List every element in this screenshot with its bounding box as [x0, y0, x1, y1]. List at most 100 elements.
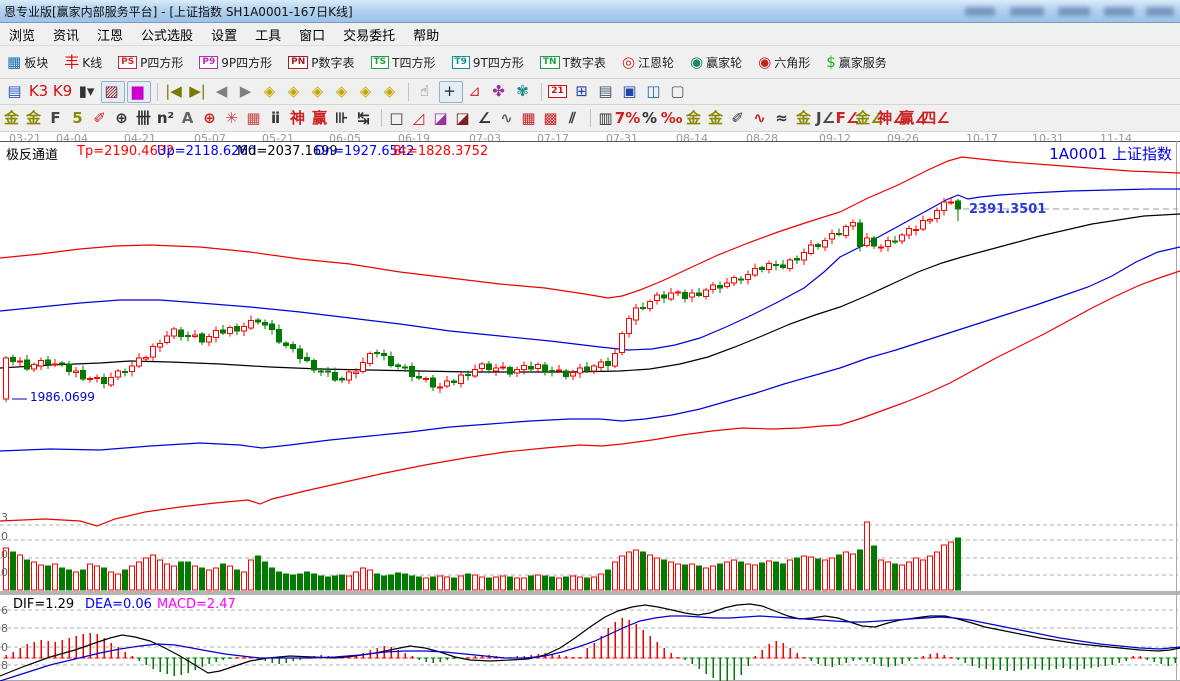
winner-service-button[interactable]: $赢家服务	[823, 52, 890, 73]
target-red-button[interactable]: ⊕	[201, 108, 221, 128]
grid-fine-button[interactable]: ▦	[520, 108, 540, 128]
gold-line-button[interactable]: 金	[707, 108, 727, 128]
quote-marks-button[interactable]: ⅱ	[267, 108, 287, 128]
hand-tool-button[interactable]: ☝	[415, 82, 437, 102]
k9-cycle-button[interactable]: K9	[53, 82, 75, 102]
fan-purple-box-button[interactable]: ◪	[432, 108, 452, 128]
winner-wheel-button-label: 赢家轮	[706, 54, 742, 71]
box-tool-button[interactable]: □	[388, 108, 408, 128]
mirror-button[interactable]: A	[179, 108, 199, 128]
brush-button[interactable]: ✐	[91, 108, 111, 128]
diamond-right-icon: ◈	[288, 84, 300, 99]
nine-p-square-button[interactable]: P99P四方形	[196, 52, 275, 73]
box-tool-icon: □	[389, 111, 403, 126]
diamond-full-button[interactable]: ◈	[380, 82, 402, 102]
save-button[interactable]: ▣	[620, 82, 642, 102]
ying-tool-button[interactable]: 赢	[311, 108, 331, 128]
gann-wheel-button[interactable]: ◎江恩轮	[619, 52, 677, 73]
pct-line-button[interactable]: ‰	[663, 108, 683, 128]
k3-cycle-button[interactable]: K3	[29, 82, 51, 102]
candle-style-button[interactable]: ▮▾	[77, 82, 99, 102]
calculator-button[interactable]: ⊞	[572, 82, 594, 102]
hexagon-button[interactable]: ◉六角形	[755, 52, 813, 73]
window-title: 恩专业版[赢家内部服务平台] - [上证指数 SH1A0001-167日K线]	[4, 3, 353, 20]
first-page-button[interactable]: |◀	[164, 82, 186, 102]
fan-dark-box-button[interactable]: ◪	[454, 108, 474, 128]
report-button[interactable]: ▤	[5, 82, 27, 102]
starburst-button[interactable]: ✳	[223, 108, 243, 128]
gold-underline-button[interactable]: 金	[795, 108, 815, 128]
t-number-table-button[interactable]: TNT数字表	[537, 52, 609, 73]
menu-item-7[interactable]: 交易委托	[334, 23, 404, 46]
spiral-5-button[interactable]: 5	[69, 108, 89, 128]
grid-box-button[interactable]: ▩	[542, 108, 562, 128]
p-square-button[interactable]: PSP四方形	[115, 52, 186, 73]
ruler-123-button[interactable]: ⊪	[333, 108, 353, 128]
p-square-button-icon: PS	[118, 56, 137, 69]
wave-red-button[interactable]: ∿	[751, 108, 771, 128]
tick-ruler-button[interactable]: 卌	[135, 108, 155, 128]
gold-circle-button[interactable]: 金	[685, 108, 705, 128]
workstation-button[interactable]: ▢	[668, 82, 690, 102]
diamond-horizontal-button[interactable]: ◈	[308, 82, 330, 102]
winner-wheel-button-icon: ◉	[690, 55, 703, 70]
gann-gold-1-button[interactable]: 金	[3, 108, 23, 128]
circle-ruler-button[interactable]: ⊕	[113, 108, 133, 128]
pattern-tool-button[interactable]: ✤	[489, 82, 511, 102]
ying-tool-icon: 赢	[312, 111, 327, 126]
fan-red-button[interactable]: ◿	[410, 108, 430, 128]
pen-ruler-button[interactable]: ✐	[729, 108, 749, 128]
menu-item-8[interactable]: 帮助	[404, 23, 448, 46]
network-button[interactable]: ◫	[644, 82, 666, 102]
volume-profile-button[interactable]: ▆	[127, 81, 151, 103]
shen-tool-button[interactable]: 神	[289, 108, 309, 128]
diamond-left-button[interactable]: ◈	[260, 82, 282, 102]
grid-red-button[interactable]: ▦	[245, 108, 265, 128]
si-angle-button[interactable]: 四∠	[927, 108, 947, 128]
pattern-tool-icon: ✤	[492, 84, 505, 99]
kline-button[interactable]: 丰K线	[61, 52, 105, 73]
menu-item-5[interactable]: 工具	[246, 23, 290, 46]
f-grid-button[interactable]: F	[47, 108, 67, 128]
crosshair-tool-button[interactable]: +	[439, 81, 463, 103]
cycle-tool-icon: ✾	[516, 84, 529, 99]
pct-line-icon: ‰	[661, 111, 683, 126]
seven-pct-button[interactable]: 7%	[619, 108, 639, 128]
wave-box-button[interactable]: ≈	[773, 108, 793, 128]
notes-button[interactable]: ▤	[596, 82, 618, 102]
nine-t-square-button-icon: T9	[452, 56, 470, 69]
angle-lines-button[interactable]: ∠	[476, 108, 496, 128]
angle-measure-button[interactable]: ⊿	[465, 82, 487, 102]
menu-item-1[interactable]: 资讯	[44, 23, 88, 46]
p-number-table-button[interactable]: PNP数字表	[285, 52, 357, 73]
t-square-button[interactable]: TST四方形	[368, 52, 439, 73]
menu-item-2[interactable]: 江恩	[88, 23, 132, 46]
j-angle-button[interactable]: J∠	[817, 108, 837, 128]
parallel-lines-button[interactable]: ⫽	[564, 108, 584, 128]
pct-button[interactable]: %	[641, 108, 661, 128]
wave-check-button[interactable]: ∿	[498, 108, 518, 128]
menu-item-6[interactable]: 窗口	[290, 23, 334, 46]
last-page-button[interactable]: ▶|	[188, 82, 210, 102]
n-square-button[interactable]: n²	[157, 108, 177, 128]
nine-t-square-button[interactable]: T99T四方形	[449, 52, 527, 73]
blocks-button[interactable]: ▦板块	[4, 52, 51, 73]
bear-pattern-button[interactable]: ▨	[101, 81, 125, 103]
diamond-right-button[interactable]: ◈	[284, 82, 306, 102]
toolbar-separator	[381, 109, 382, 127]
menu-item-3[interactable]: 公式选股	[132, 23, 202, 46]
kline-chart[interactable]	[0, 141, 1180, 681]
gann-gold-2-button[interactable]: 金	[25, 108, 45, 128]
menu-item-4[interactable]: 设置	[202, 23, 246, 46]
winner-wheel-button[interactable]: ◉赢家轮	[687, 52, 745, 73]
chart-area[interactable]: 极反通道 Tp=2190.4632Up=2118.6260Md=2037.169…	[0, 141, 1180, 681]
diamond-compress-button[interactable]: ◈	[332, 82, 354, 102]
menu-item-0[interactable]: 浏览	[0, 23, 44, 46]
calendar-button[interactable]: 21	[548, 82, 570, 102]
span-arrows-button[interactable]: ↹	[355, 108, 375, 128]
next-page-button[interactable]: ▶	[236, 82, 258, 102]
cycle-tool-button[interactable]: ✾	[513, 82, 535, 102]
diamond-expand-button[interactable]: ◈	[356, 82, 378, 102]
t-number-table-button-label: T数字表	[563, 54, 606, 71]
prev-page-button[interactable]: ◀	[212, 82, 234, 102]
